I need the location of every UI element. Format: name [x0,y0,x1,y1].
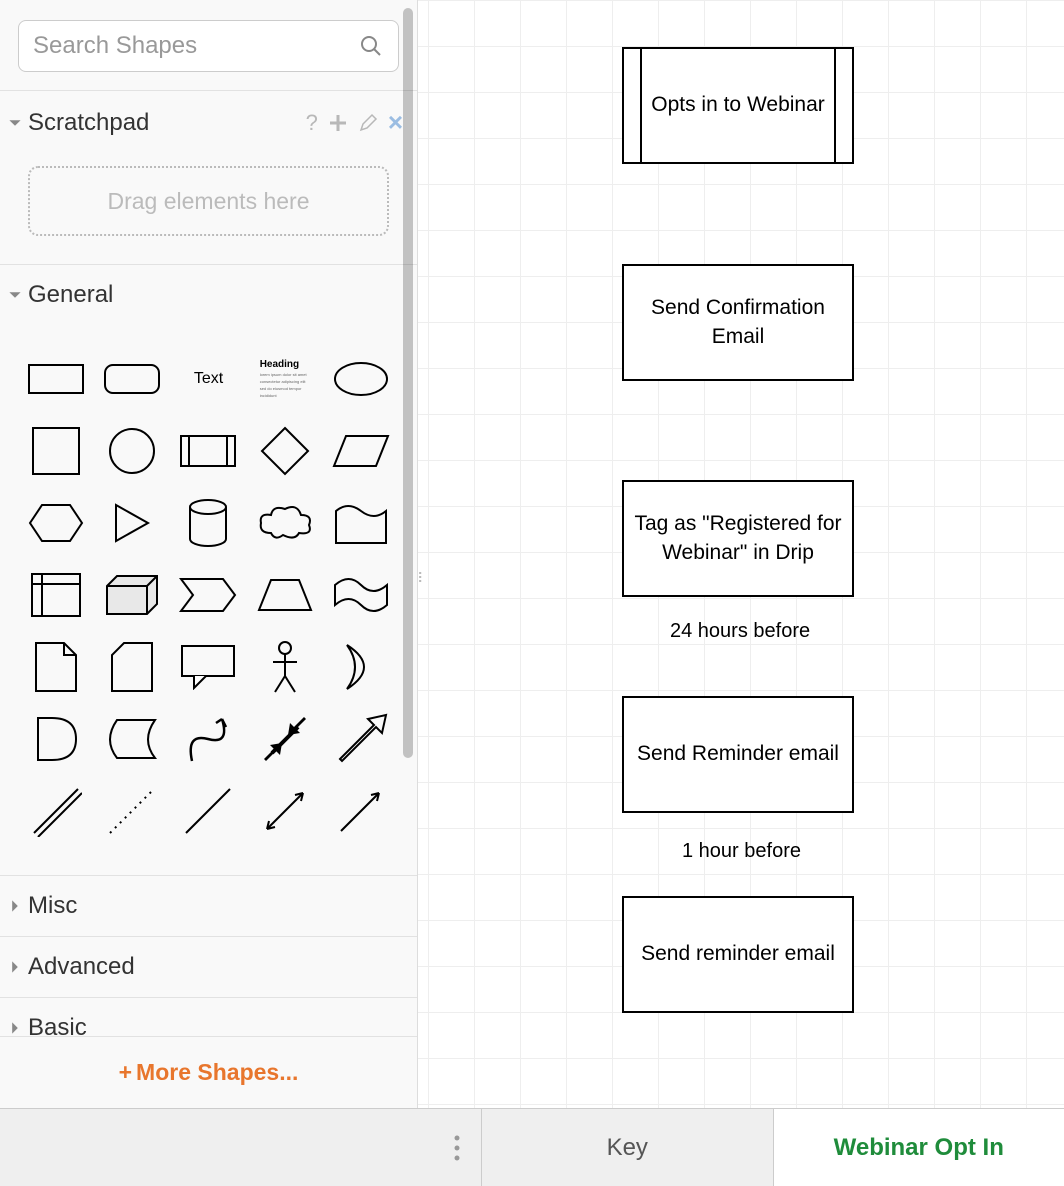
flow-node-text: Send reminder email [641,940,835,968]
section-header-general[interactable]: General [0,265,417,325]
section-header-misc[interactable]: Misc [0,876,417,936]
flow-node[interactable]: Send reminder email [622,896,854,1013]
tab-menu-button[interactable] [432,1109,482,1186]
shape-heading[interactable]: Headinglorem ipsum dolor sit amet consec… [247,343,323,415]
shape-parallelogram[interactable] [323,415,399,487]
flow-node-text: Opts in to Webinar [651,91,825,119]
section-scratchpad: Scratchpad ? × Drag elements here [0,90,417,236]
plus-icon: + [119,1059,132,1085]
edge-label-text: 1 hour before [682,840,801,862]
caret-down-icon [8,116,22,130]
shape-cloud[interactable] [247,487,323,559]
section-title: General [28,281,403,309]
shape-internal-storage[interactable] [18,559,94,631]
shape-text-label: Text [194,370,223,388]
shape-callout[interactable] [170,631,246,703]
shape-line[interactable] [170,775,246,847]
shape-double-line[interactable] [18,775,94,847]
tab-label: Webinar Opt In [834,1134,1004,1162]
shape-actor[interactable] [247,631,323,703]
scratchpad-dropzone[interactable]: Drag elements here [28,166,389,236]
tab-key[interactable]: Key [482,1109,774,1186]
shape-heading-preview: Headinglorem ipsum dolor sit amet consec… [260,360,310,399]
flow-node-start[interactable]: Opts in to Webinar [622,47,854,164]
shape-arrow[interactable] [323,703,399,775]
shapes-grid: Text Headinglorem ipsum dolor sit amet c… [0,325,417,875]
shape-process[interactable] [170,415,246,487]
scrollbar-thumb[interactable] [403,8,413,758]
flow-node-text: Send Reminder email [637,740,839,768]
shape-rectangle[interactable] [18,343,94,415]
shape-note[interactable] [18,631,94,703]
tab-webinar-opt-in[interactable]: Webinar Opt In [774,1109,1064,1186]
shape-hexagon[interactable] [18,487,94,559]
shape-line-bidir[interactable] [247,775,323,847]
caret-right-icon [8,899,22,913]
flow-node[interactable]: Send Confirmation Email [622,264,854,381]
caret-right-icon [8,960,22,974]
shape-square[interactable] [18,415,94,487]
help-icon[interactable]: ? [306,110,318,136]
section-header-advanced[interactable]: Advanced [0,937,417,997]
shape-diamond[interactable] [247,415,323,487]
shape-circle[interactable] [94,415,170,487]
shape-step[interactable] [170,559,246,631]
flow-node[interactable]: Tag as "Registered for Webinar" in Drip [622,480,854,597]
shape-cylinder[interactable] [170,487,246,559]
scratchpad-hint: Drag elements here [108,188,310,215]
section-title: Scratchpad [28,109,306,137]
tab-label: Key [607,1134,648,1162]
shape-document-top[interactable] [323,487,399,559]
section-advanced: Advanced [0,936,417,997]
shape-crescent[interactable] [323,631,399,703]
section-header-scratchpad[interactable]: Scratchpad ? × [0,91,417,154]
shape-curve[interactable] [170,703,246,775]
section-general: General Text Headinglorem ipsum dolor si… [0,264,417,875]
shape-card[interactable] [94,631,170,703]
search-input[interactable] [18,20,399,72]
edge-label-text: 24 hours before [670,620,810,642]
shape-data-storage[interactable] [94,703,170,775]
shape-cube[interactable] [94,559,170,631]
flow-node-text: Tag as "Registered for Webinar" in Drip [634,510,842,567]
shape-tape[interactable] [323,559,399,631]
shape-and[interactable] [18,703,94,775]
shape-bidirectional-arrow[interactable] [247,703,323,775]
edit-icon[interactable] [358,113,378,133]
dots-vertical-icon [453,1134,461,1162]
edge-label[interactable]: 1 hour before [682,840,801,863]
caret-down-icon [8,288,22,302]
shape-rounded-rectangle[interactable] [94,343,170,415]
shape-text[interactable]: Text [170,343,246,415]
flow-node-text: Send Confirmation Email [634,294,842,351]
main-area: Scratchpad ? × Drag elements here [0,0,1064,1108]
more-shapes-label: More Shapes... [136,1059,298,1085]
shape-dotted-line[interactable] [94,775,170,847]
shape-line-arrow[interactable] [323,775,399,847]
section-misc: Misc [0,875,417,936]
section-title: Basic [28,1014,403,1036]
shapes-sidebar: Scratchpad ? × Drag elements here [0,0,418,1108]
flow-node[interactable]: Send Reminder email [622,696,854,813]
add-icon[interactable] [328,113,348,133]
edge-label[interactable]: 24 hours before [670,620,810,643]
shape-ellipse[interactable] [323,343,399,415]
shape-triangle[interactable] [94,487,170,559]
section-header-basic[interactable]: Basic [0,998,417,1036]
canvas[interactable]: ⠿ Opts in to Webinar Send Confirmation E… [418,0,1064,1108]
caret-right-icon [8,1021,22,1035]
search-wrap [0,0,417,90]
section-title: Misc [28,892,403,920]
more-shapes-button[interactable]: +More Shapes... [0,1036,417,1108]
close-icon[interactable]: × [388,107,403,138]
shape-trapezoid[interactable] [247,559,323,631]
page-tabs: Key Webinar Opt In [0,1108,1064,1186]
section-title: Advanced [28,953,403,981]
sidebar-scroll[interactable]: Scratchpad ? × Drag elements here [0,0,417,1036]
section-basic: Basic [0,997,417,1036]
